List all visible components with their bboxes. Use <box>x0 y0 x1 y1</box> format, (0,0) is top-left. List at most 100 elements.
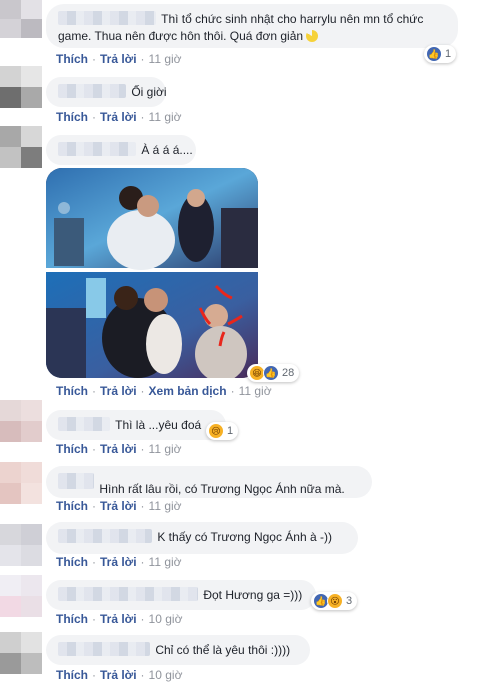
blurred-author-name[interactable] <box>58 642 150 656</box>
avatar[interactable] <box>0 126 42 168</box>
comment-bubble: Ối giời <box>46 77 167 107</box>
timestamp[interactable]: 10 giờ <box>149 612 183 626</box>
comment-2: Ối giời Thích · Trả lời · 11 giờ <box>0 66 480 126</box>
wow-icon: 😮 <box>327 593 343 609</box>
reply-button[interactable]: Trả lời <box>100 555 137 569</box>
reply-button[interactable]: Trả lời <box>100 110 137 124</box>
comment-4: Thì là ...yêu đoá 😢 1 Thích · Trả lời · 11 g… <box>0 400 480 460</box>
avatar[interactable] <box>0 462 42 504</box>
comment-actions: Thích · Trả lời · 11 giờ <box>56 52 182 66</box>
reply-button[interactable]: Trả lời <box>100 499 137 513</box>
comment-8: Chỉ có thể là yêu thôi :)))) Thích · Trả l… <box>0 632 480 682</box>
comment-text: Chỉ có thể là yêu thôi :)))) <box>155 643 291 657</box>
separator: · <box>92 384 96 398</box>
separator: · <box>92 668 96 682</box>
avatar[interactable] <box>0 400 42 442</box>
comment-bubble: K thấy có Trương Ngọc Ánh à -)) <box>46 522 358 554</box>
comment-bubble: Thì tổ chức sinh nhật cho harrylu nên mn… <box>46 4 458 48</box>
comment-5: Hình rất lâu rồi, có Trương Ngọc Ánh nữa… <box>0 460 480 518</box>
comment-text: Ối giời <box>131 85 167 99</box>
reply-button[interactable]: Trả lời <box>100 52 137 66</box>
reaction-summary[interactable]: 👍 1 <box>424 45 457 63</box>
like-button[interactable]: Thích <box>56 499 88 513</box>
separator: · <box>140 110 145 124</box>
blurred-author-name[interactable] <box>58 84 126 98</box>
avatar[interactable] <box>0 0 42 38</box>
comment-actions: Thích · Trả lời · 10 giờ <box>56 612 182 626</box>
reaction-count: 1 <box>445 48 452 60</box>
separator: · <box>92 442 96 456</box>
comment-text: game. Thua nên được hôn thôi. Quá đơn gi… <box>58 29 304 43</box>
reaction-summary[interactable]: 😆 👍 28 <box>247 364 300 382</box>
separator: · <box>140 499 145 513</box>
timestamp[interactable]: 11 giờ <box>149 52 182 66</box>
comment-bubble: Đọt Hương ga =))) <box>46 580 316 610</box>
blurred-author-name[interactable] <box>58 11 156 25</box>
comment-actions: Thích · Trả lời · 11 giờ <box>56 555 182 569</box>
blurred-author-name[interactable] <box>58 417 110 431</box>
comment-text: K thấy có Trương Ngọc Ánh à -)) <box>157 530 332 544</box>
like-button[interactable]: Thích <box>56 52 88 66</box>
avatar[interactable] <box>0 575 42 617</box>
like-button[interactable]: Thích <box>56 110 88 124</box>
like-button[interactable]: Thích <box>56 555 88 569</box>
separator: · <box>140 442 145 456</box>
timestamp[interactable]: 10 giờ <box>149 668 183 682</box>
reaction-summary[interactable]: 👍 😮 3 <box>311 592 358 610</box>
blurred-author-name[interactable] <box>58 473 94 489</box>
avatar[interactable] <box>0 632 42 674</box>
pacman-emoji-icon <box>306 30 319 42</box>
comment-7: Đọt Hương ga =))) 👍 😮 3 Thích · Trả lời · 10… <box>0 575 480 633</box>
like-icon: 👍 <box>426 46 442 62</box>
timestamp[interactable]: 11 giờ <box>239 384 272 398</box>
separator: · <box>92 555 96 569</box>
separator: · <box>140 668 145 682</box>
separator: · <box>92 612 96 626</box>
like-button[interactable]: Thích <box>56 384 88 398</box>
reaction-summary[interactable]: 😢 1 <box>206 422 239 440</box>
comment-photo[interactable] <box>46 168 258 378</box>
comment-text: Thì tổ chức sinh nhật cho harrylu nên mn… <box>161 12 424 26</box>
reply-button[interactable]: Trả lời <box>100 612 137 626</box>
sad-icon: 😢 <box>208 423 224 439</box>
timestamp[interactable]: 11 giờ <box>149 555 182 569</box>
separator: · <box>140 52 145 66</box>
comment-actions: Thích · Trả lời · 10 giờ <box>56 668 182 682</box>
like-button[interactable]: Thích <box>56 668 88 682</box>
comment-bubble: Thì là ...yêu đoá <box>46 410 226 440</box>
comment-actions: Thích · Trả lời · Xem bản dịch · 11 giờ <box>56 384 272 398</box>
blurred-author-name[interactable] <box>58 587 198 601</box>
comment-text: Thì là ...yêu đoá <box>115 418 202 432</box>
comment-text: Đọt Hương ga =))) <box>203 588 303 602</box>
like-button[interactable]: Thích <box>56 442 88 456</box>
blurred-author-name[interactable] <box>58 142 136 156</box>
like-icon: 👍 <box>263 365 279 381</box>
party-photo-image <box>46 168 258 378</box>
blurred-author-name[interactable] <box>58 529 152 543</box>
avatar[interactable] <box>0 66 42 108</box>
separator: · <box>140 384 145 398</box>
comment-actions: Thích · Trả lời · 11 giờ <box>56 110 182 124</box>
reply-button[interactable]: Trả lời <box>100 384 137 398</box>
reply-button[interactable]: Trả lời <box>100 442 137 456</box>
timestamp[interactable]: 11 giờ <box>149 110 182 124</box>
comment-text: À á á á.... <box>141 143 193 157</box>
separator: · <box>92 110 96 124</box>
separator: · <box>230 384 235 398</box>
comment-text: Hình rất lâu rồi, có Trương Ngọc Ánh nữa… <box>99 482 345 496</box>
translate-button[interactable]: Xem bản dịch <box>149 384 227 398</box>
like-button[interactable]: Thích <box>56 612 88 626</box>
reaction-count: 3 <box>346 595 353 607</box>
reaction-count: 1 <box>227 425 234 437</box>
timestamp[interactable]: 11 giờ <box>149 442 182 456</box>
comment-bubble: À á á á.... <box>46 135 196 165</box>
comment-bubble: Chỉ có thể là yêu thôi :)))) <box>46 635 310 665</box>
timestamp[interactable]: 11 giờ <box>149 499 182 513</box>
separator: · <box>140 612 145 626</box>
reply-button[interactable]: Trả lời <box>100 668 137 682</box>
comment-bubble: Hình rất lâu rồi, có Trương Ngọc Ánh nữa… <box>46 466 372 498</box>
separator: · <box>92 52 96 66</box>
separator: · <box>92 499 96 513</box>
comment-1: Thì tổ chức sinh nhật cho harrylu nên mn… <box>0 0 480 66</box>
avatar[interactable] <box>0 524 42 566</box>
